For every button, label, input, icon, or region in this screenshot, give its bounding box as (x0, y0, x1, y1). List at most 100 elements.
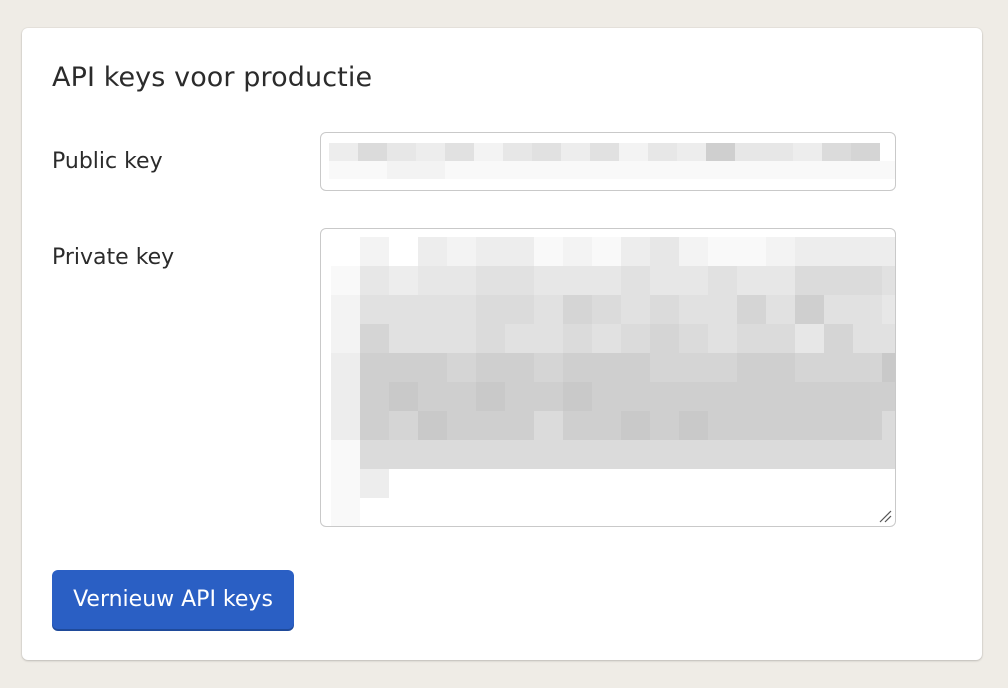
redacted-pixel (447, 324, 476, 353)
redacted-pixel (679, 382, 708, 411)
redacted-pixel (474, 161, 503, 179)
redacted-pixel (882, 237, 895, 266)
redacted-pixel (563, 295, 592, 324)
redacted-pixel (708, 295, 737, 324)
renew-api-keys-button[interactable]: Vernieuw API keys (52, 570, 294, 629)
redacted-pixel (766, 324, 795, 353)
redacted-pixel (360, 266, 389, 295)
redacted-pixel (534, 382, 563, 411)
redacted-pixel (505, 324, 534, 353)
redacted-pixel (853, 382, 882, 411)
redacted-pixel (563, 353, 592, 382)
redacted-pixel (621, 382, 650, 411)
redacted-pixel (389, 295, 418, 324)
redacted-pixel (648, 161, 677, 179)
redacted-pixel (621, 237, 650, 266)
redacted-pixel (764, 143, 793, 161)
redacted-pixel (766, 440, 795, 469)
redacted-pixel (737, 324, 766, 353)
redacted-pixel (505, 411, 534, 440)
redacted-pixel (476, 440, 505, 469)
redacted-pixel (708, 440, 737, 469)
redacted-pixel (447, 353, 476, 382)
redacted-pixel (331, 411, 360, 440)
redacted-pixel (331, 440, 360, 469)
redacted-pixel (824, 382, 853, 411)
resize-handle-icon[interactable] (878, 509, 892, 523)
redacted-pixel (534, 295, 563, 324)
redacted-pixel (882, 382, 895, 411)
redacted-pixel (331, 353, 360, 382)
redacted-pixel (737, 237, 766, 266)
redacted-pixel (851, 161, 880, 179)
redacted-pixel (505, 353, 534, 382)
redacted-pixel (387, 143, 416, 161)
redacted-pixel (503, 161, 532, 179)
redacted-pixel (447, 440, 476, 469)
redacted-pixel (360, 295, 389, 324)
redacted-pixel (822, 161, 851, 179)
redacted-pixel (418, 411, 447, 440)
redacted-pixel (331, 324, 360, 353)
redacted-pixel (476, 237, 505, 266)
redacted-pixel (592, 237, 621, 266)
redacted-pixel (590, 143, 619, 161)
redacted-pixel (619, 161, 648, 179)
redacted-pixel (795, 266, 824, 295)
redacted-pixel (534, 324, 563, 353)
redacted-pixel (621, 295, 650, 324)
redacted-pixel (445, 161, 474, 179)
redacted-pixel (329, 161, 358, 179)
redacted-pixel (360, 469, 389, 498)
redacted-pixel (476, 382, 505, 411)
redacted-pixel (621, 411, 650, 440)
redacted-pixel (503, 143, 532, 161)
public-key-field[interactable] (320, 132, 896, 191)
redacted-pixel (505, 440, 534, 469)
redacted-pixel (534, 440, 563, 469)
redacted-pixel (737, 266, 766, 295)
redacted-pixel (766, 266, 795, 295)
redacted-pixel (677, 143, 706, 161)
redacted-pixel (795, 411, 824, 440)
redacted-pixel (563, 237, 592, 266)
redacted-pixel (389, 411, 418, 440)
redacted-pixel (735, 161, 764, 179)
redacted-pixel (650, 353, 679, 382)
private-key-label: Private key (52, 245, 175, 270)
redacted-pixel (387, 161, 416, 179)
redacted-pixel (389, 266, 418, 295)
redacted-pixel (853, 440, 882, 469)
redacted-pixel (360, 324, 389, 353)
redacted-pixel (389, 382, 418, 411)
redacted-pixel (650, 237, 679, 266)
redacted-pixel (416, 143, 445, 161)
redacted-pixel (331, 382, 360, 411)
redacted-pixel (592, 440, 621, 469)
redacted-pixel (447, 411, 476, 440)
redacted-pixel (592, 295, 621, 324)
private-key-textarea[interactable] (320, 228, 896, 527)
redacted-pixel (882, 353, 895, 382)
redacted-pixel (534, 411, 563, 440)
redacted-pixel (358, 143, 387, 161)
redacted-pixel (795, 295, 824, 324)
api-keys-card: API keys voor productie Public key Priva… (22, 28, 982, 660)
redacted-pixel (563, 266, 592, 295)
redacted-pixel (766, 353, 795, 382)
redacted-pixel (360, 411, 389, 440)
redacted-pixel (708, 324, 737, 353)
redacted-pixel (824, 237, 853, 266)
redacted-pixel (360, 440, 389, 469)
redacted-pixel (360, 353, 389, 382)
redacted-pixel (650, 382, 679, 411)
redacted-pixel (418, 295, 447, 324)
redacted-pixel (563, 382, 592, 411)
redacted-pixel (735, 143, 764, 161)
redacted-pixel (708, 353, 737, 382)
redacted-pixel (853, 353, 882, 382)
redacted-pixel (505, 266, 534, 295)
redacted-pixel (561, 143, 590, 161)
redacted-pixel (532, 143, 561, 161)
redacted-pixel (708, 411, 737, 440)
